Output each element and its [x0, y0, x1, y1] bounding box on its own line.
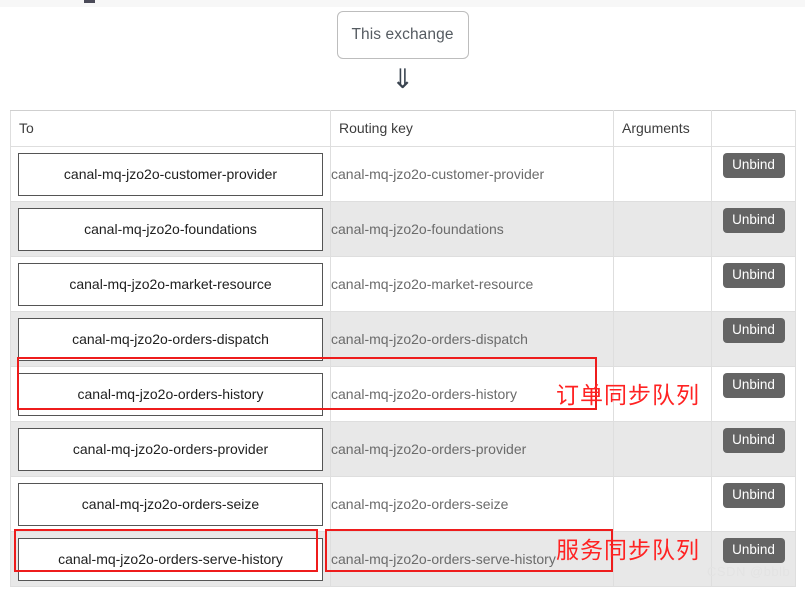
cell-actions: Unbind [711, 256, 796, 312]
queue-name-link[interactable]: canal-mq-jzo2o-market-resource [18, 262, 323, 306]
column-header-routing-key[interactable]: Routing key [330, 110, 614, 147]
column-header-arguments[interactable]: Arguments [613, 110, 712, 147]
unbind-button[interactable]: Unbind [722, 317, 785, 343]
cell-actions: Unbind [711, 366, 796, 422]
cell-to: canal-mq-jzo2o-orders-history [10, 366, 331, 422]
cell-arguments [613, 256, 712, 312]
cell-arguments [613, 201, 712, 257]
cell-routing-key: canal-mq-jzo2o-market-resource [330, 256, 614, 312]
unbind-button[interactable]: Unbind [722, 207, 785, 233]
annotation-label-orders-history: 订单同步队列 [556, 383, 700, 409]
queue-name-link[interactable]: canal-mq-jzo2o-customer-provider [18, 152, 323, 196]
table-row: canal-mq-jzo2o-orders-seize canal-mq-jzo2… [10, 476, 796, 532]
cell-routing-key: canal-mq-jzo2o-orders-dispatch [330, 311, 614, 367]
cell-routing-key: canal-mq-jzo2o-customer-provider [330, 146, 614, 202]
cell-to: canal-mq-jzo2o-customer-provider [10, 146, 331, 202]
unbind-button[interactable]: Unbind [722, 372, 785, 398]
annotation-label-serve-history: 服务同步队列 [556, 538, 700, 564]
csdn-watermark: CSDN @bblb [707, 564, 791, 579]
unbind-button[interactable]: Unbind [722, 152, 785, 178]
cell-actions: Unbind [711, 421, 796, 477]
queue-name-link[interactable]: canal-mq-jzo2o-orders-seize [18, 482, 323, 526]
cell-actions: Unbind [711, 201, 796, 257]
cell-arguments [613, 476, 712, 532]
queue-name-link[interactable]: canal-mq-jzo2o-orders-provider [18, 427, 323, 471]
cell-routing-key: canal-mq-jzo2o-orders-provider [330, 421, 614, 477]
cell-actions: Unbind [711, 311, 796, 367]
table-row: canal-mq-jzo2o-orders-dispatch canal-mq-j… [10, 311, 796, 367]
cell-routing-key: canal-mq-jzo2o-orders-seize [330, 476, 614, 532]
bindings-table: To Routing key Arguments canal-mq-jzo2o-… [10, 110, 796, 587]
unbind-button[interactable]: Unbind [722, 262, 785, 288]
unbind-button[interactable]: Unbind [722, 537, 785, 563]
cell-actions: Unbind [711, 146, 796, 202]
cell-actions: Unbind [711, 476, 796, 532]
unbind-button[interactable]: Unbind [722, 482, 785, 508]
down-arrow-icon: ⇓ [391, 64, 414, 95]
cell-arguments [613, 146, 712, 202]
queue-name-link[interactable]: canal-mq-jzo2o-orders-dispatch [18, 317, 323, 361]
cell-arguments [613, 311, 712, 367]
cell-to: canal-mq-jzo2o-orders-provider [10, 421, 331, 477]
truncated-text-fragment [84, 0, 95, 3]
cell-to: canal-mq-jzo2o-foundations [10, 201, 331, 257]
queue-name-link[interactable]: canal-mq-jzo2o-orders-history [18, 372, 323, 416]
truncated-top-strip [0, 0, 805, 7]
cell-routing-key: canal-mq-jzo2o-foundations [330, 201, 614, 257]
table-header-row: To Routing key Arguments [10, 110, 796, 147]
table-row: canal-mq-jzo2o-market-resource canal-mq-j… [10, 256, 796, 312]
cell-to: canal-mq-jzo2o-market-resource [10, 256, 331, 312]
table-row: canal-mq-jzo2o-foundations canal-mq-jzo2o… [10, 201, 796, 257]
queue-name-link[interactable]: canal-mq-jzo2o-orders-serve-history [18, 537, 323, 581]
cell-to: canal-mq-jzo2o-orders-seize [10, 476, 331, 532]
this-exchange-box[interactable]: This exchange [336, 11, 469, 59]
column-header-actions [711, 110, 796, 147]
table-row: canal-mq-jzo2o-customer-provider canal-mq… [10, 146, 796, 202]
cell-to: canal-mq-jzo2o-orders-serve-history [10, 531, 331, 587]
unbind-button[interactable]: Unbind [722, 427, 785, 453]
exchange-node-wrapper: This exchange [0, 11, 805, 59]
cell-arguments [613, 421, 712, 477]
column-header-to[interactable]: To [10, 110, 331, 147]
table-row: canal-mq-jzo2o-orders-provider canal-mq-j… [10, 421, 796, 477]
cell-to: canal-mq-jzo2o-orders-dispatch [10, 311, 331, 367]
queue-name-link[interactable]: canal-mq-jzo2o-foundations [18, 207, 323, 251]
